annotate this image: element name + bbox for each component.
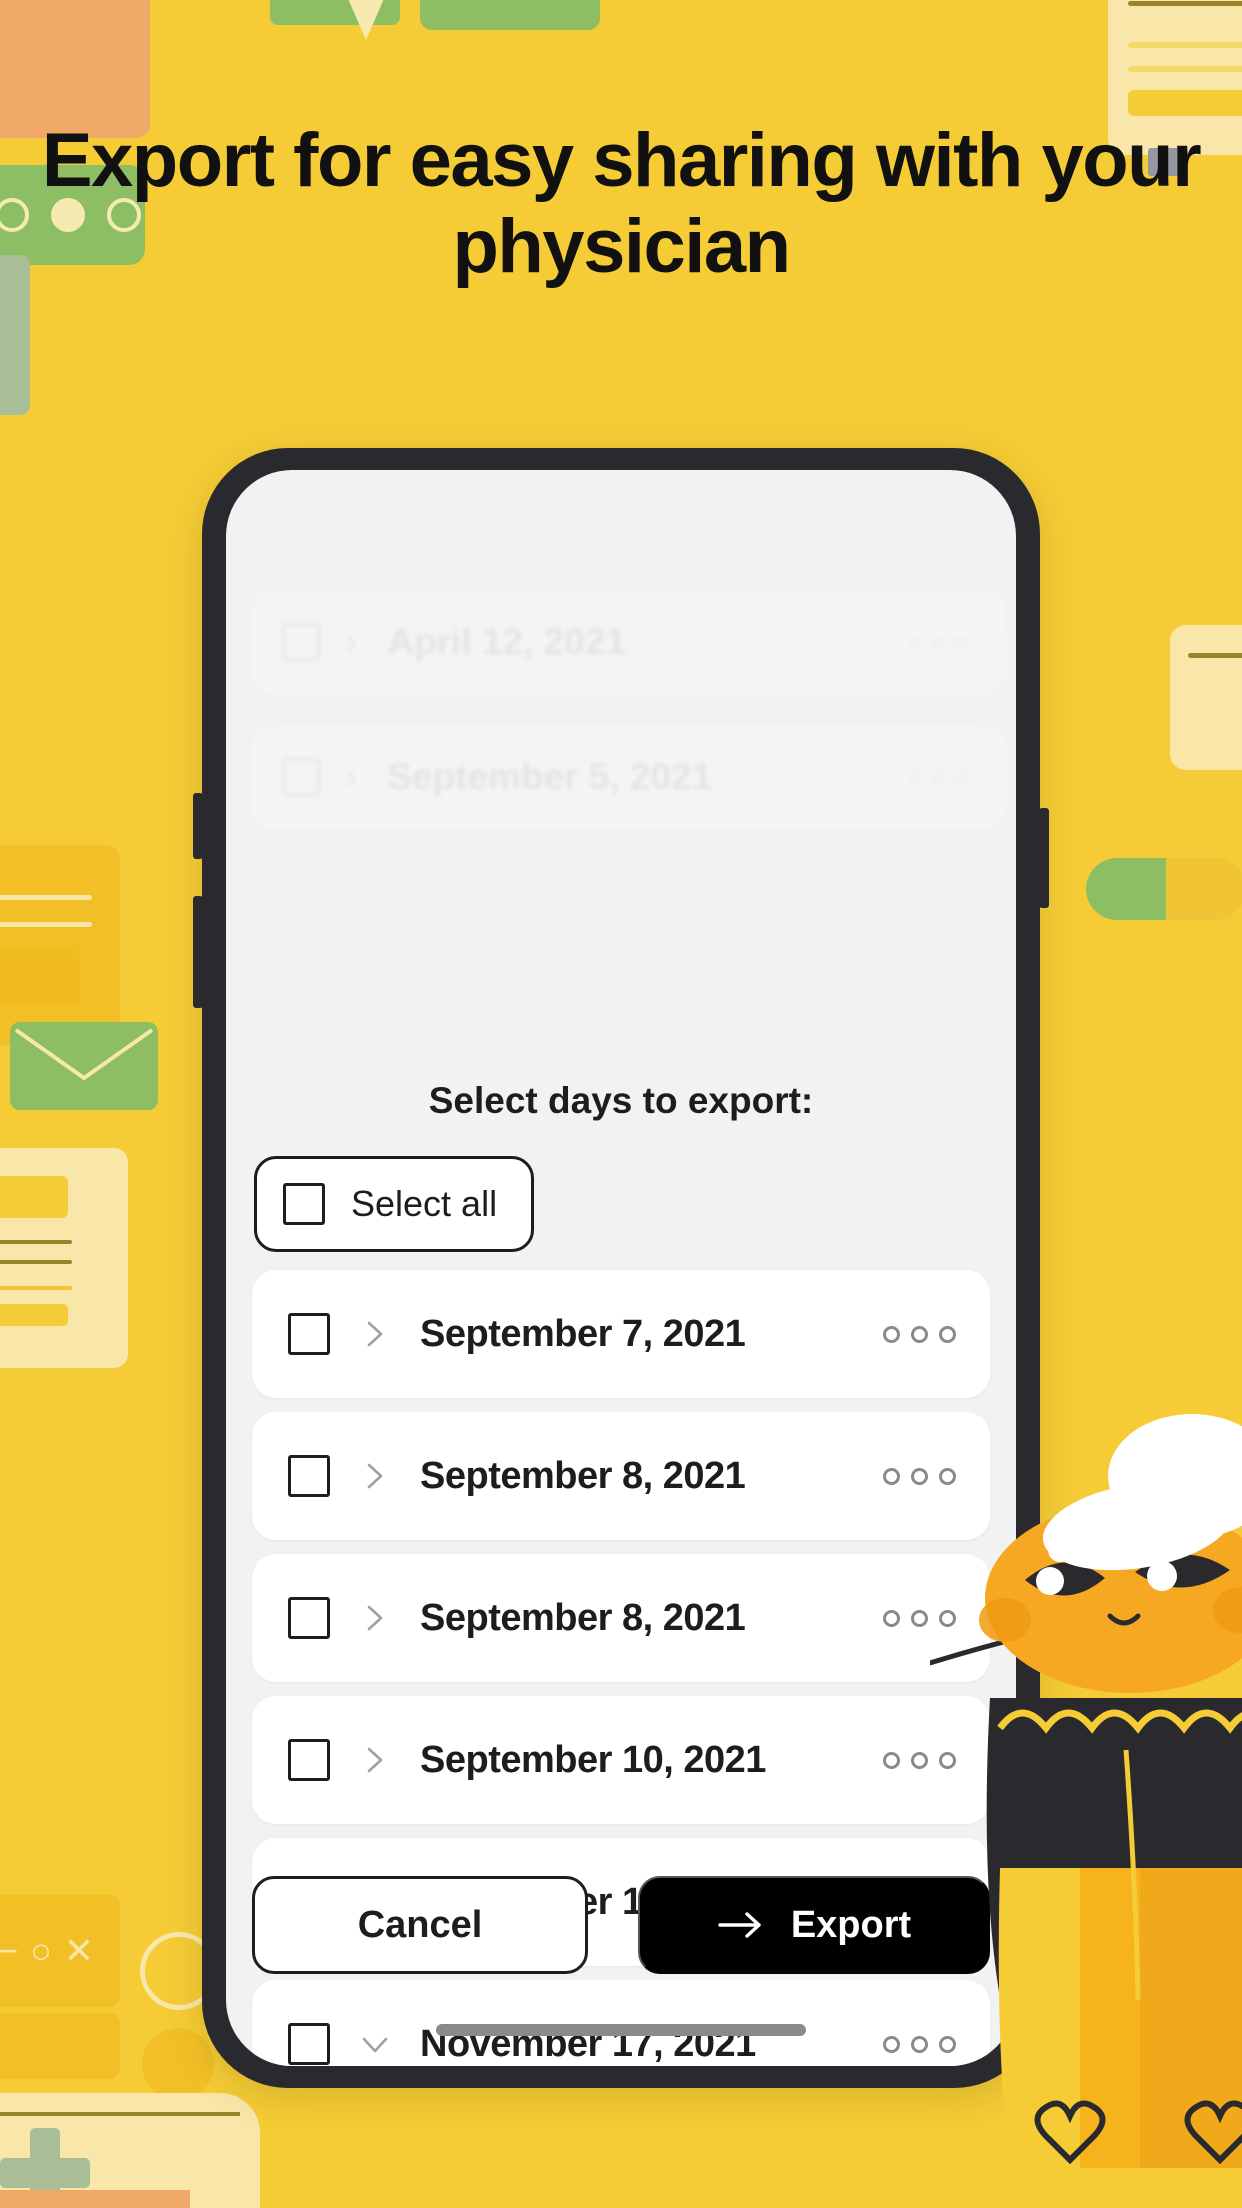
chevron-right-icon[interactable] [360,1461,390,1491]
phone-volume-up-button[interactable] [193,793,203,859]
more-options-icon: ○○○ [907,761,976,792]
blurred-row: › September 5, 2021 ○○○ [252,725,1006,829]
decor-line [1128,66,1242,72]
decor-window-chrome: − ○ ✕ [0,1895,120,2125]
decor-green-wedge-2 [420,0,600,30]
maximize-icon: ○ [30,1930,52,1971]
phone-power-button[interactable] [1039,808,1049,908]
phone-mockup: › April 12, 2021 ○○○ › September 5, 2021… [193,448,1049,2088]
export-button-label: Export [790,1903,912,1946]
cancel-button[interactable]: Cancel [252,1876,588,1974]
checkbox-icon [282,623,320,661]
decor-left-document-1 [0,845,120,1045]
chevron-right-icon[interactable] [360,1603,390,1633]
decor-line [1188,653,1242,658]
blurred-date: September 5, 2021 [387,756,713,797]
day-checkbox[interactable] [288,1597,330,1639]
blurred-row: › April 12, 2021 ○○○ [252,590,1006,694]
decor-orange-shape [0,2190,190,2208]
decor-block [1128,90,1242,116]
select-all-button[interactable]: Select all [254,1156,535,1252]
page-title: Export for easy sharing with your physic… [41,118,1202,289]
decor-block [0,949,80,1005]
decor-pill-green-half [1086,858,1166,920]
decor-line [0,2112,240,2116]
list-item[interactable]: September 8, 2021 [252,1412,990,1540]
day-date: September 7, 2021 [420,1312,746,1355]
day-date: September 8, 2021 [420,1454,746,1497]
day-row[interactable]: September 7, 2021 [252,1270,990,1398]
decor-window-body [0,2013,120,2079]
decor-circle-filled [142,2028,214,2100]
select-all-label: Select all [351,1183,498,1224]
decor-cream-triangle [340,0,392,40]
mascot-doctor-character [930,1398,1242,2208]
day-row[interactable]: November 17, 2021 [252,1980,990,2066]
checkbox-icon [282,758,320,796]
decor-line [1128,42,1242,48]
list-item[interactable]: September 10, 2021 [252,1696,990,1824]
decor-line [0,1286,72,1290]
day-row[interactable]: September 10, 2021 [252,1696,990,1824]
decor-left-document-2 [0,1148,128,1368]
chevron-right-icon[interactable] [360,1745,390,1775]
day-checkbox[interactable] [288,1455,330,1497]
decor-line [1128,1,1242,6]
day-row[interactable]: September 8, 2021 [252,1412,990,1540]
decor-pill-yellow-half [1166,858,1242,920]
decor-block [0,1304,68,1326]
list-item[interactable]: September 7, 2021 [252,1270,990,1398]
decor-capsule-pill [1086,858,1242,920]
arrow-right-icon [717,1910,765,1940]
minimize-icon: − [0,1930,19,1971]
chevron-right-icon[interactable] [360,1319,390,1349]
list-item-expanded[interactable]: November 17, 2021 08:45 2 min ago 11 oz … [252,1980,990,2066]
sheet-actions: Cancel Export [252,1876,990,1974]
list-item[interactable]: September 8, 2021 [252,1554,990,1682]
decor-line [0,922,92,927]
close-icon: ✕ [63,1930,94,1971]
home-indicator[interactable] [436,2024,806,2036]
sheet-title: Select days to export: [428,1080,814,1121]
more-options-icon[interactable] [883,1325,956,1343]
day-checkbox[interactable] [288,1313,330,1355]
chevron-right-icon: › [346,622,358,661]
more-options-icon: ○○○ [907,626,976,657]
decor-window-titlebar: − ○ ✕ [0,1895,120,2007]
chevron-right-icon: › [346,757,358,796]
phone-volume-down-button[interactable] [193,896,203,1008]
phone-screen: › April 12, 2021 ○○○ › September 5, 2021… [226,470,1016,2066]
decor-block [0,1176,68,1218]
plus-horizontal [0,2158,90,2188]
day-row[interactable]: September 8, 2021 [252,1554,990,1682]
envelope-icon [10,1022,158,1110]
blurred-date: April 12, 2021 [387,621,626,662]
decor-line [0,1260,72,1264]
day-date: September 10, 2021 [420,1738,766,1781]
decor-right-card [1170,625,1242,770]
decor-line [0,895,92,900]
chevron-down-icon[interactable] [360,2029,390,2059]
decor-line [0,1240,72,1244]
checkbox-icon[interactable] [283,1183,325,1225]
day-checkbox[interactable] [288,1739,330,1781]
day-date: September 8, 2021 [420,1596,746,1639]
day-checkbox[interactable] [288,2023,330,2065]
